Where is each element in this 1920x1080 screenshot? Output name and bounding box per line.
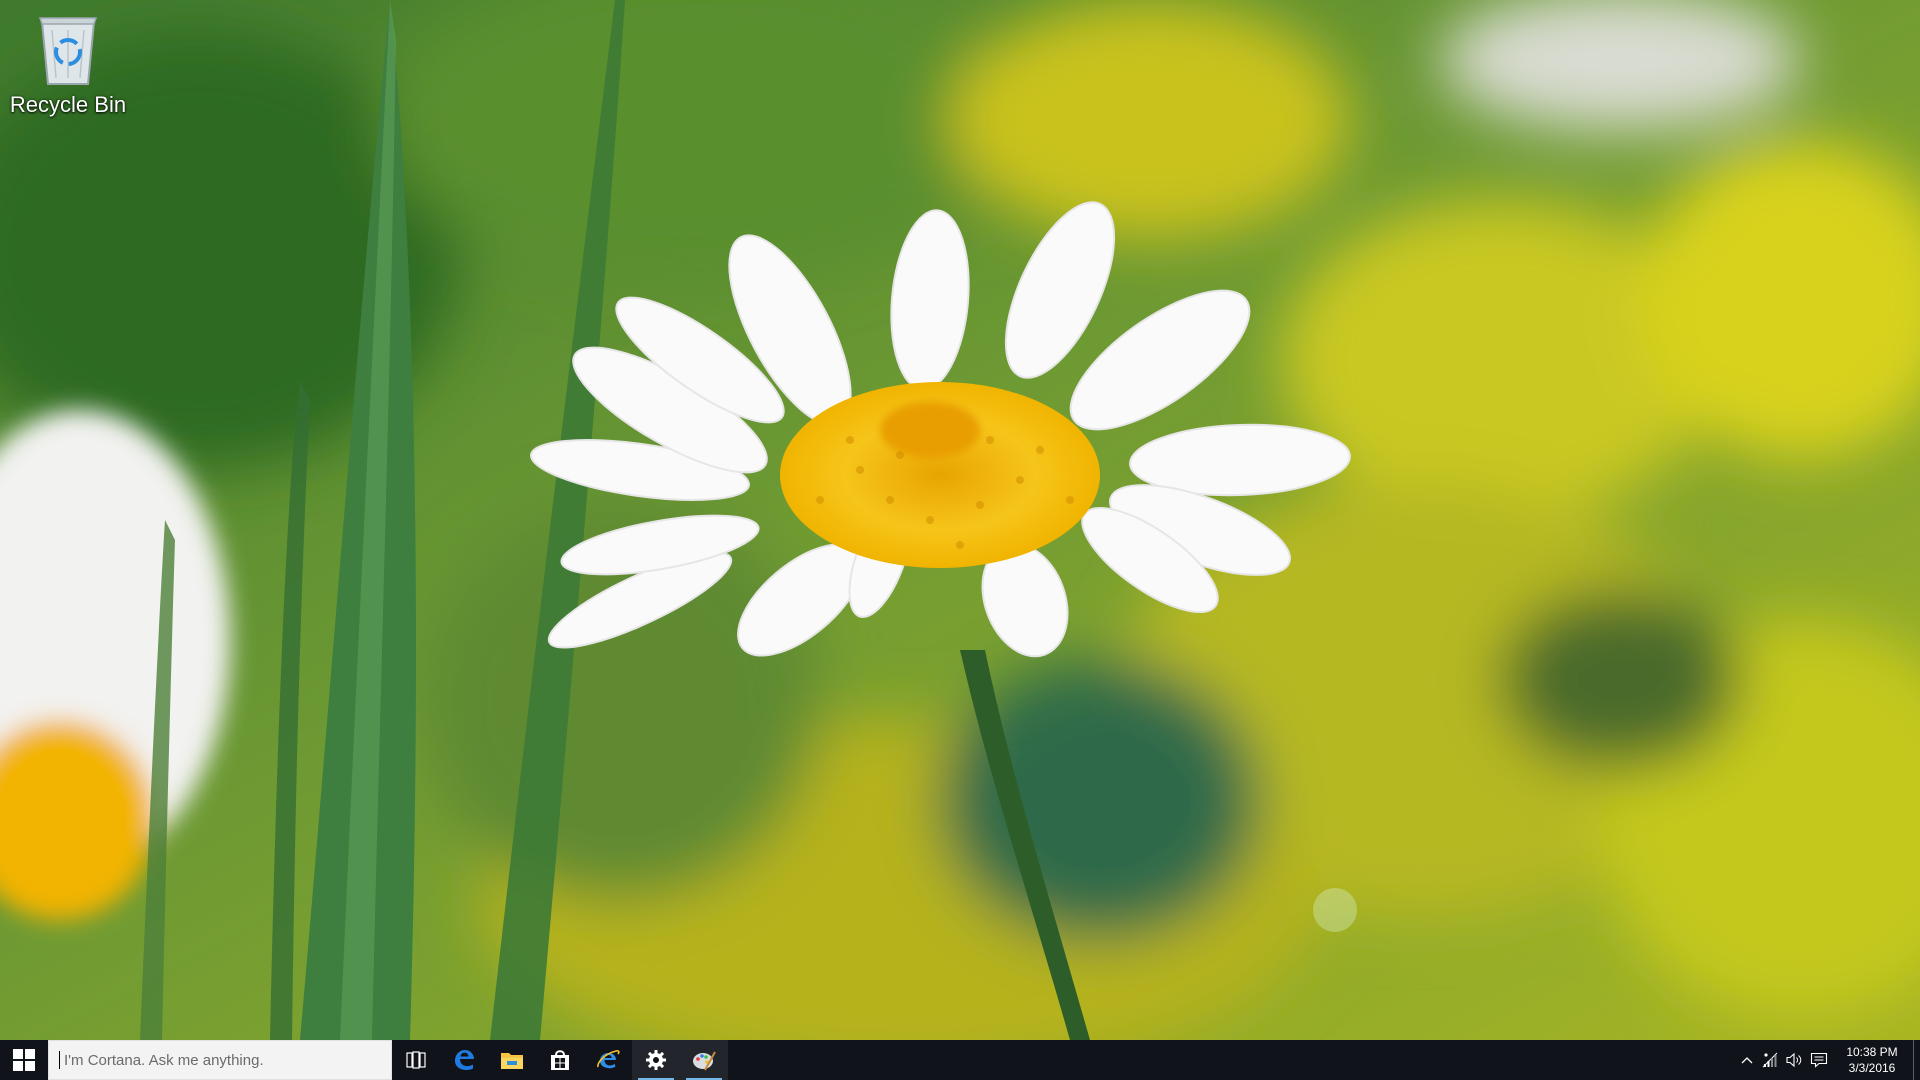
- cortana-search-input[interactable]: [62, 1050, 366, 1070]
- taskbar-internet-explorer-button[interactable]: [584, 1040, 632, 1080]
- desktop-icon-recycle-bin[interactable]: Recycle Bin: [4, 8, 132, 118]
- file-explorer-icon: [501, 1053, 523, 1069]
- show-hidden-icons-button[interactable]: [1735, 1040, 1759, 1080]
- clock-date: 3/3/2016: [1848, 1061, 1896, 1075]
- action-center-button[interactable]: [1807, 1040, 1831, 1080]
- desktop[interactable]: Recycle Bin: [0, 0, 1920, 1040]
- task-view-icon: [406, 1051, 426, 1069]
- system-tray: 10:38 PM 3/3/2016: [1735, 1040, 1920, 1080]
- action-center-icon: [1810, 1052, 1828, 1068]
- taskbar-settings-button[interactable]: [632, 1040, 680, 1080]
- volume-icon: [1786, 1052, 1802, 1068]
- recycle-bin-icon: [38, 17, 98, 85]
- network-button[interactable]: [1759, 1040, 1783, 1080]
- show-desktop-button[interactable]: [1913, 1040, 1920, 1080]
- settings-gear-icon: [646, 1050, 666, 1070]
- store-icon: [551, 1050, 569, 1070]
- taskbar: 10:38 PM 3/3/2016: [0, 1040, 1920, 1080]
- network-icon: [1762, 1052, 1778, 1068]
- chevron-up-icon: [1741, 1057, 1753, 1064]
- internet-explorer-icon: [597, 1050, 620, 1069]
- clock-time: 10:38 PM: [1846, 1045, 1898, 1059]
- taskbar-store-button[interactable]: [536, 1040, 584, 1080]
- taskbar-edge-button[interactable]: [440, 1040, 488, 1080]
- desktop-icon-label: Recycle Bin: [9, 92, 127, 117]
- windows-logo-icon: [13, 1049, 35, 1071]
- taskbar-clock[interactable]: 10:38 PM 3/3/2016: [1835, 1040, 1909, 1080]
- edge-icon: [455, 1050, 474, 1070]
- task-view-button[interactable]: [392, 1040, 440, 1080]
- wallpaper-daisy: [0, 0, 1920, 1040]
- cortana-search-box[interactable]: [48, 1040, 392, 1080]
- paint-icon: [693, 1051, 716, 1071]
- start-button[interactable]: [0, 1040, 48, 1080]
- taskbar-file-explorer-button[interactable]: [488, 1040, 536, 1080]
- text-caret: [59, 1051, 60, 1069]
- taskbar-paint-button[interactable]: [680, 1040, 728, 1080]
- volume-button[interactable]: [1783, 1040, 1807, 1080]
